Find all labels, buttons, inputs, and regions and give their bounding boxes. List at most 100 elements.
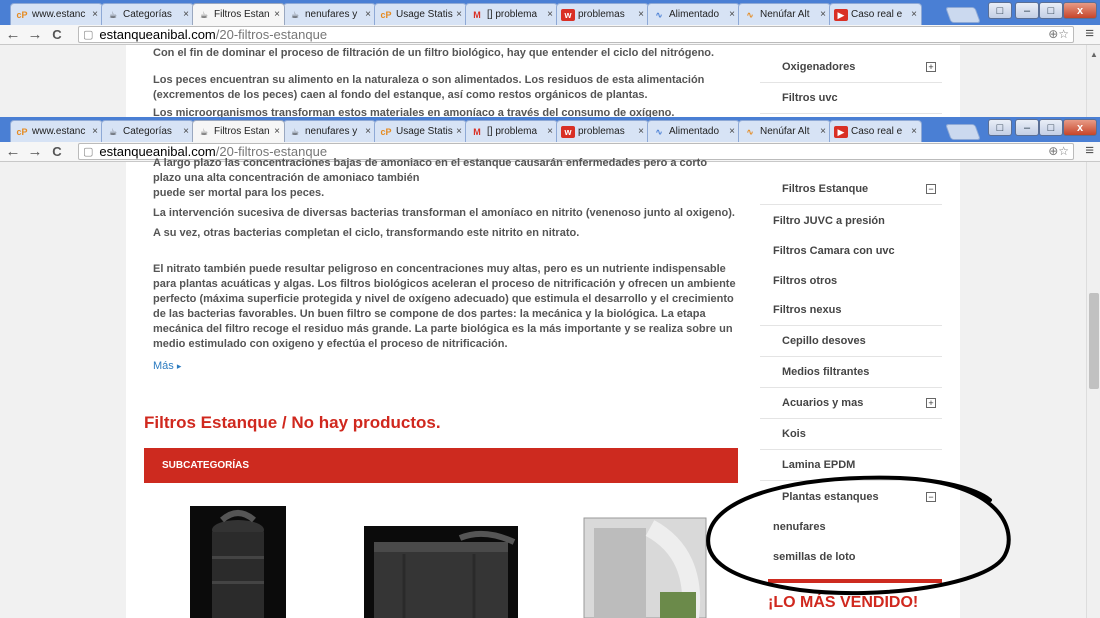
tab-label: Categorías: [123, 126, 172, 137]
address-bar[interactable]: ▢ estanqueanibal.com/20-filtros-estanque…: [78, 26, 1074, 43]
close-icon[interactable]: ×: [92, 126, 98, 137]
sidebar-item-label: Filtros nexus: [773, 304, 842, 316]
sidebar-item-filtros-uvc[interactable]: Filtros uvc: [760, 83, 942, 114]
tab-problemas[interactable]: w problemas ×: [556, 3, 649, 25]
close-icon[interactable]: ×: [911, 9, 917, 20]
close-icon[interactable]: ×: [729, 126, 735, 137]
sidebar-item-label: Cepillo desoves: [782, 335, 866, 347]
sidebar-item-acuarios[interactable]: Acuarios y mas +: [760, 388, 942, 419]
zoom-star-icon[interactable]: ⊕☆: [1048, 27, 1069, 41]
close-icon[interactable]: ×: [820, 126, 826, 137]
back-arrow-icon[interactable]: ←: [4, 143, 22, 160]
tab-label: [] problema: [487, 9, 538, 20]
tab-alimentado[interactable]: ∿ Alimentado ×: [647, 3, 740, 25]
more-link[interactable]: Más: [153, 360, 174, 372]
sidebar-item-semillas-loto[interactable]: semillas de loto: [760, 541, 942, 572]
new-tab-button[interactable]: [945, 7, 981, 23]
collapse-icon[interactable]: −: [926, 184, 936, 194]
close-button[interactable]: x: [1063, 2, 1097, 19]
tab-filtros-estanque[interactable]: ☕ Filtros Estan ×: [192, 3, 285, 25]
menu-icon[interactable]: ≡: [1085, 142, 1094, 159]
subcategory-image-filter[interactable]: [190, 506, 286, 618]
sidebar-item-filtros-otros[interactable]: Filtros otros: [760, 265, 942, 296]
tab-label: Nenúfar Alt: [760, 9, 810, 20]
cpanel-icon: cP: [16, 9, 28, 20]
collapse-icon[interactable]: −: [926, 491, 936, 502]
close-button[interactable]: x: [1063, 119, 1097, 136]
close-icon[interactable]: ×: [638, 126, 644, 137]
close-icon[interactable]: ×: [365, 126, 371, 137]
tab-filtros-estanque[interactable]: ☕ Filtros Estan ×: [192, 120, 285, 142]
close-icon[interactable]: ×: [183, 9, 189, 20]
sidebar-item-label: Filtros uvc: [782, 92, 838, 104]
tab-gmail[interactable]: M [] problema ×: [465, 3, 558, 25]
sidebar-item-oxigenadores[interactable]: Oxigenadores +: [760, 52, 942, 83]
sidebar-item-filtro-juvc[interactable]: Filtro JUVC a presión: [760, 205, 942, 236]
tab-nenufares[interactable]: ☕ nenufares y ×: [283, 3, 376, 25]
close-icon[interactable]: ×: [92, 9, 98, 20]
tab-categorias[interactable]: ☕ Categorías ×: [101, 3, 194, 25]
tab-nenufares[interactable]: ☕ nenufares y ×: [283, 120, 376, 142]
maximize-button[interactable]: □: [1039, 119, 1063, 136]
new-tab-button[interactable]: [945, 124, 981, 140]
tab-estanc[interactable]: cP www.estanc ×: [10, 3, 103, 25]
close-icon[interactable]: ×: [547, 9, 553, 20]
reload-icon[interactable]: C: [48, 144, 66, 159]
forward-arrow-icon[interactable]: →: [26, 26, 44, 43]
close-icon[interactable]: ×: [820, 9, 826, 20]
scroll-up-icon[interactable]: ▲: [1090, 50, 1098, 59]
expand-icon[interactable]: +: [926, 398, 936, 408]
tab-label: Usage Statis: [396, 126, 453, 137]
tab-categorias[interactable]: ☕ Categorías ×: [101, 120, 194, 142]
expand-icon[interactable]: +: [926, 62, 936, 72]
close-icon[interactable]: ×: [638, 9, 644, 20]
close-icon[interactable]: ×: [274, 9, 280, 20]
scrollbar[interactable]: [1086, 162, 1100, 618]
sidebar-item-kois[interactable]: Kois: [760, 419, 942, 450]
menu-icon[interactable]: ≡: [1085, 25, 1094, 42]
scrollbar-thumb[interactable]: [1089, 293, 1099, 389]
close-icon[interactable]: ×: [456, 9, 462, 20]
close-icon[interactable]: ×: [547, 126, 553, 137]
sidebar-item-filtros-camara[interactable]: Filtros Camara con uvc: [760, 235, 942, 266]
scrollbar[interactable]: ▲: [1086, 45, 1100, 117]
sidebar-item-lamina-epdm[interactable]: Lamina EPDM: [760, 450, 942, 481]
close-icon[interactable]: ×: [911, 126, 917, 137]
tab-gmail[interactable]: M [] problema ×: [465, 120, 558, 142]
close-icon[interactable]: ×: [365, 9, 371, 20]
close-icon[interactable]: ×: [274, 126, 280, 137]
tab-label: nenufares y: [305, 126, 358, 137]
sidebar-item-filtros-nexus[interactable]: Filtros nexus: [760, 295, 942, 326]
paragraph: Los peces encuentran su alimento en la n…: [153, 74, 705, 101]
sidebar-item-plantas-estanques[interactable]: Plantas estanques −: [760, 481, 942, 512]
site-icon: ☕: [290, 126, 300, 137]
zoom-star-icon[interactable]: ⊕☆: [1048, 144, 1069, 158]
tab-alimentado[interactable]: ∿ Alimentado ×: [647, 120, 740, 142]
close-icon[interactable]: ×: [456, 126, 462, 137]
reload-icon[interactable]: C: [48, 27, 66, 42]
sidebar-item-cepillo-desoves[interactable]: Cepillo desoves: [760, 326, 942, 357]
subcategory-image-box[interactable]: [580, 514, 710, 618]
close-icon[interactable]: ×: [729, 9, 735, 20]
tab-caso-real[interactable]: ▶ Caso real e ×: [829, 3, 922, 25]
window-icon: □: [988, 119, 1012, 136]
tab-estanc[interactable]: cP www.estanc ×: [10, 120, 103, 142]
tab-nenufar-alt[interactable]: ∿ Nenúfar Alt ×: [738, 3, 831, 25]
paragraph: puede ser mortal para los peces.: [153, 187, 325, 199]
tab-problemas[interactable]: w problemas ×: [556, 120, 649, 142]
close-icon[interactable]: ×: [183, 126, 189, 137]
sidebar-item-filtros-estanque[interactable]: Filtros Estanque −: [760, 174, 942, 205]
minimize-button[interactable]: –: [1015, 2, 1039, 19]
tab-caso-real[interactable]: ▶ Caso real e ×: [829, 120, 922, 142]
sidebar-item-medios-filtrantes[interactable]: Medios filtrantes: [760, 357, 942, 388]
forward-arrow-icon[interactable]: →: [26, 143, 44, 160]
tab-nenufar-alt[interactable]: ∿ Nenúfar Alt ×: [738, 120, 831, 142]
sidebar-item-nenufares[interactable]: nenufares: [760, 511, 942, 542]
back-arrow-icon[interactable]: ←: [4, 26, 22, 43]
minimize-button[interactable]: –: [1015, 119, 1039, 136]
tab-usage-stats[interactable]: cP Usage Statis ×: [374, 120, 467, 142]
tab-usage-stats[interactable]: cP Usage Statis ×: [374, 3, 467, 25]
browser-window-back: cP www.estanc × ☕ Categorías × ☕ Filtros Esta…: [0, 0, 1100, 117]
maximize-button[interactable]: □: [1039, 2, 1063, 19]
subcategory-image-chamber[interactable]: [364, 526, 518, 618]
